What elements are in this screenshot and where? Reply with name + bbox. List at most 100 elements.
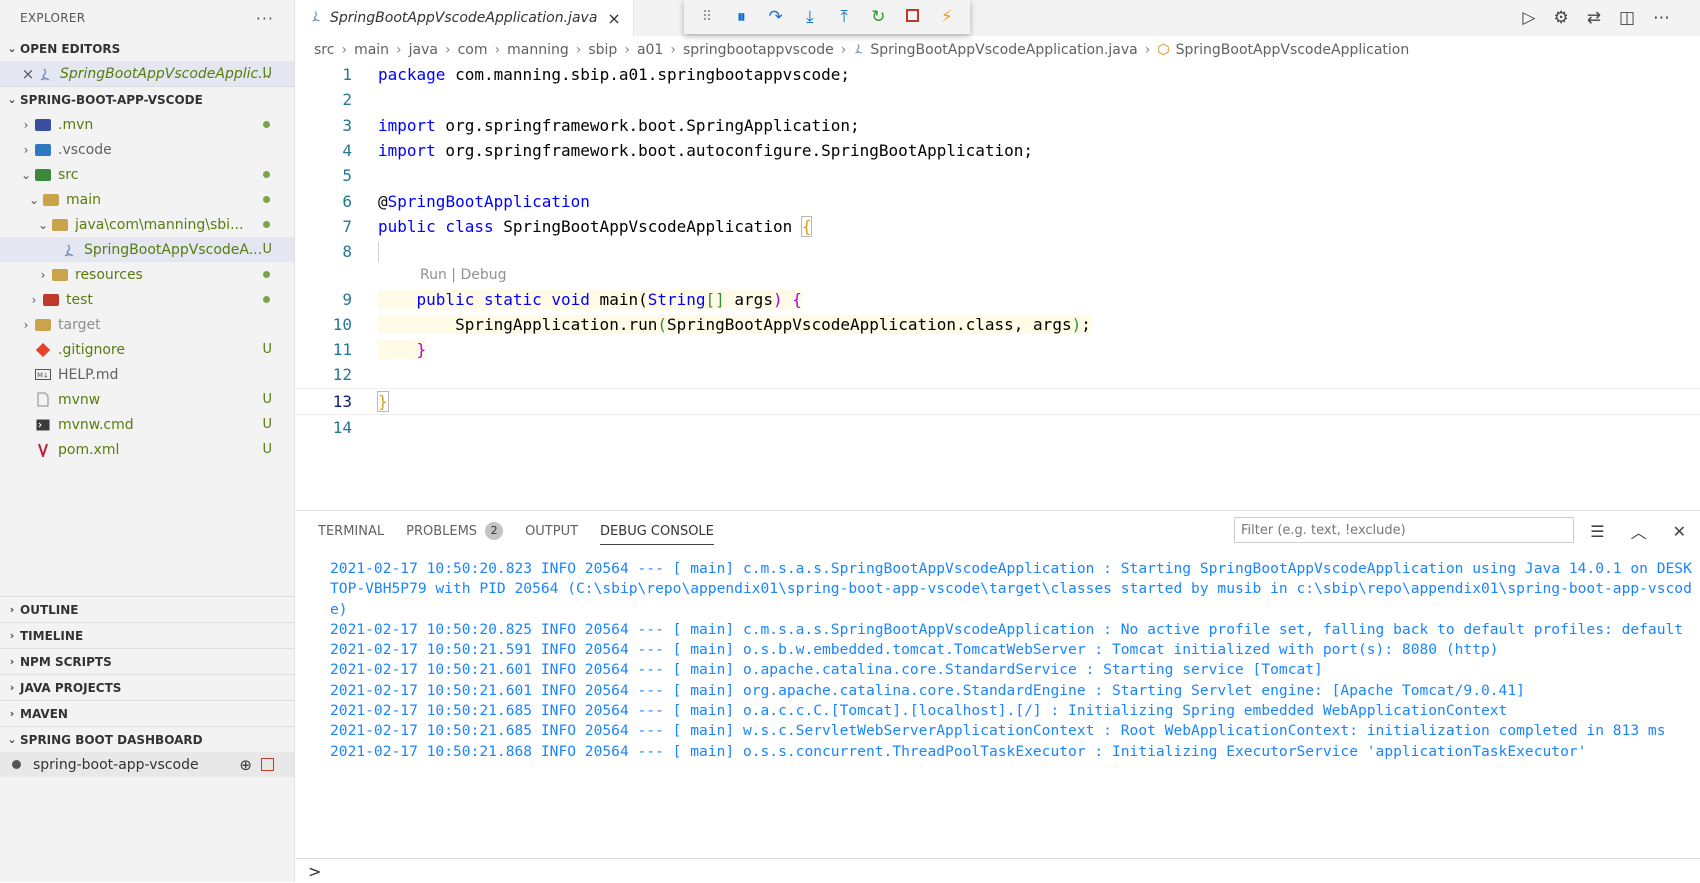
code-line: 12 — [296, 362, 1700, 387]
close-icon[interactable]: × — [20, 65, 36, 83]
breadcrumb-item[interactable]: springbootappvscode — [683, 42, 834, 58]
breadcrumb-item[interactable]: sbip — [588, 42, 617, 58]
line-text: import org.springframework.boot.autoconf… — [378, 141, 1033, 160]
code-editor[interactable]: 1 package com.manning.sbip.a01.springboot… — [296, 62, 1700, 510]
editor-tab[interactable]: SpringBootAppVscodeApplication.java × — [296, 0, 634, 36]
split-editor-icon[interactable]: ◫ — [1619, 8, 1635, 28]
tree-item-vscode[interactable]: › .vscode — [0, 137, 294, 162]
line-number: 6 — [342, 191, 352, 211]
stop-icon[interactable] — [261, 758, 274, 771]
line-number: 8 — [342, 242, 352, 262]
code-line-current: 13} — [296, 387, 1700, 415]
open-editor-file[interactable]: × SpringBootAppVscodeApplic... U — [0, 61, 294, 86]
spring-boot-dashboard-header[interactable]: ⌄ SPRING BOOT DASHBOARD — [0, 726, 294, 752]
panel-tabs: TERMINAL PROBLEMS 2 OUTPUT DEBUG CONSOLE … — [296, 511, 1700, 551]
codelens-label[interactable]: Run | Debug — [420, 267, 507, 283]
tree-label: java\com\manning\sbi... — [75, 216, 244, 233]
console-input[interactable]: > — [308, 862, 321, 881]
line-text: SpringApplication.run(SpringBootAppVscod… — [378, 314, 1091, 334]
codelens-run-debug[interactable]: Run | Debug — [296, 264, 1700, 286]
chevron-right-icon: › — [396, 42, 402, 58]
drag-handle-icon[interactable]: ⠿ — [693, 9, 721, 25]
tab-debug-console[interactable]: DEBUG CONSOLE — [600, 511, 714, 551]
code-line: 2 — [296, 87, 1700, 112]
timeline-header[interactable]: › TIMELINE — [0, 622, 294, 648]
more-actions-icon[interactable]: ⋯ — [1653, 8, 1670, 28]
java-file-icon — [60, 242, 78, 258]
close-icon[interactable]: ✕ — [1673, 522, 1686, 541]
tree-item-target[interactable]: › target — [0, 312, 294, 337]
pause-icon[interactable]: ⏸ — [727, 7, 755, 27]
step-out-icon[interactable]: ⤒ — [830, 7, 858, 27]
chevron-right-icon: › — [9, 655, 15, 668]
tab-close-icon[interactable]: × — [607, 9, 620, 28]
dashboard-app-item[interactable]: spring-boot-app-vscode ⊕ — [0, 752, 294, 777]
tree-item-mvnw-cmd[interactable]: mvnw.cmd U — [0, 412, 294, 437]
chevron-right-icon: › — [23, 142, 29, 157]
tree-label: test — [66, 291, 93, 308]
debug-run-icon[interactable]: ⚙ — [1553, 8, 1568, 28]
tree-item-main-class[interactable]: SpringBootAppVscodeA... U — [0, 237, 294, 262]
npm-scripts-header[interactable]: › NPM SCRIPTS — [0, 648, 294, 674]
globe-icon[interactable]: ⊕ — [239, 756, 252, 774]
folder-vscode-icon — [34, 142, 52, 158]
breadcrumb-item[interactable]: main — [354, 42, 389, 58]
section-title: JAVA PROJECTS — [20, 680, 122, 695]
maven-header[interactable]: › MAVEN — [0, 700, 294, 726]
hot-code-replace-icon[interactable]: ⚡ — [933, 7, 961, 27]
tree-item-mvnw[interactable]: mvnw U — [0, 387, 294, 412]
debug-console-output: 2021-02-17 10:50:20.823 INFO 20564 --- [… — [330, 559, 1692, 762]
java-file-icon — [853, 42, 864, 59]
tab-label: SpringBootAppVscodeApplication.java — [330, 10, 598, 26]
java-projects-header[interactable]: › JAVA PROJECTS — [0, 674, 294, 700]
tab-label: OUTPUT — [525, 523, 579, 539]
editor-actions: ▷ ⚙ ⇄ ◫ ⋯ — [1522, 0, 1670, 36]
keyword: public static void — [416, 289, 590, 309]
outline-header[interactable]: › OUTLINE — [0, 596, 294, 622]
tree-item-mvn[interactable]: › .mvn — [0, 112, 294, 137]
code-text: SpringBootAppVscodeApplication.class, ar… — [667, 314, 1072, 334]
breadcrumb-item[interactable]: a01 — [637, 42, 663, 58]
tree-item-help[interactable]: M↓ HELP.md — [0, 362, 294, 387]
editor-area: SpringBootAppVscodeApplication.java × ⠿ … — [296, 0, 1700, 510]
tree-item-main[interactable]: ⌄ main — [0, 187, 294, 212]
filter-input[interactable]: Filter (e.g. text, !exclude) — [1234, 517, 1574, 543]
open-editors-header[interactable]: ⌄ OPEN EDITORS — [0, 36, 294, 61]
tree-item-gitignore[interactable]: .gitignore U — [0, 337, 294, 362]
tree-label: src — [58, 166, 79, 183]
step-into-icon[interactable]: ⤓ — [796, 7, 824, 27]
restart-icon[interactable]: ↻ — [864, 7, 892, 27]
more-actions-icon[interactable]: ··· — [256, 9, 274, 28]
line-number: 2 — [342, 90, 352, 110]
maximize-panel-icon[interactable]: ︿ — [1631, 519, 1647, 543]
tab-problems[interactable]: PROBLEMS 2 — [406, 511, 504, 551]
breadcrumb-item[interactable]: SpringBootAppVscodeApplication.java — [870, 42, 1137, 58]
tree-item-pom[interactable]: pom.xml U — [0, 437, 294, 462]
run-icon[interactable]: ▷ — [1522, 8, 1535, 28]
tree-item-test[interactable]: › test — [0, 287, 294, 312]
tree-item-resources[interactable]: › resources — [0, 262, 294, 287]
clear-console-icon[interactable]: ☰ — [1590, 522, 1604, 541]
compare-changes-icon[interactable]: ⇄ — [1587, 8, 1601, 28]
line-text: } — [377, 390, 389, 412]
tree-item-java-package[interactable]: ⌄ java\com\manning\sbi... — [0, 212, 294, 237]
breadcrumb-item[interactable]: src — [314, 42, 334, 58]
tab-terminal[interactable]: TERMINAL — [318, 511, 384, 551]
folder-icon — [51, 217, 69, 233]
step-over-icon[interactable]: ↷ — [762, 7, 790, 27]
breadcrumb-item[interactable]: java — [409, 42, 438, 58]
breadcrumb-item[interactable]: manning — [507, 42, 569, 58]
breadcrumb-item[interactable]: SpringBootAppVscodeApplication — [1176, 42, 1410, 58]
line-text: } — [378, 340, 427, 360]
tree-label: pom.xml — [58, 441, 120, 458]
untracked-badge: U — [262, 442, 272, 457]
bracket: { — [782, 289, 802, 309]
stop-icon[interactable] — [899, 7, 927, 27]
filter-placeholder: Filter (e.g. text, !exclude) — [1241, 522, 1406, 538]
project-header[interactable]: ⌄ SPRING-BOOT-APP-VSCODE — [0, 86, 294, 112]
editor-tabbar: SpringBootAppVscodeApplication.java × ⠿ … — [296, 0, 1700, 36]
tab-output[interactable]: OUTPUT — [525, 511, 578, 551]
tree-item-src[interactable]: ⌄ src — [0, 162, 294, 187]
chevron-right-icon: › — [575, 42, 582, 58]
breadcrumb-item[interactable]: com — [458, 42, 488, 58]
